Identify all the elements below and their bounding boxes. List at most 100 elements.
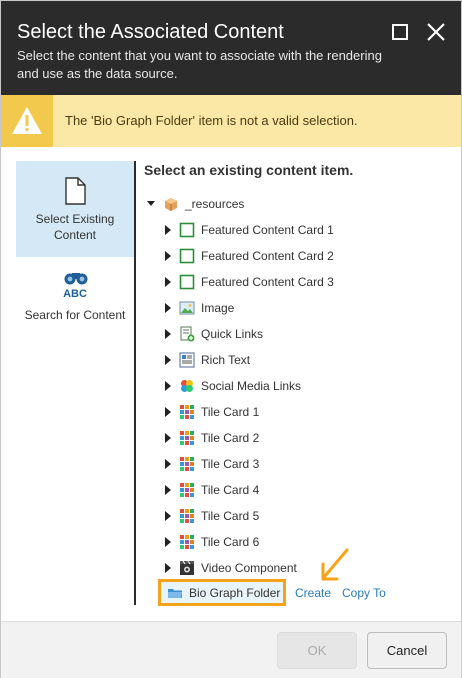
warning-icon bbox=[12, 107, 42, 134]
warning-icon-box bbox=[1, 95, 53, 147]
tree-item[interactable]: Featured Content Card 2 bbox=[163, 246, 334, 266]
tree-expand-toggle[interactable] bbox=[163, 350, 173, 370]
tree-item[interactable]: Video Component bbox=[163, 558, 297, 578]
binoculars-icon bbox=[64, 273, 88, 285]
chevron-right-icon bbox=[165, 303, 171, 313]
tree-expand-toggle[interactable] bbox=[163, 246, 173, 266]
nav-divider bbox=[134, 161, 136, 605]
folder-icon bbox=[167, 585, 183, 601]
tree-expand-toggle[interactable] bbox=[163, 402, 173, 422]
tree-item[interactable]: Image bbox=[163, 298, 234, 318]
image-icon bbox=[179, 300, 195, 316]
tree-item[interactable]: Featured Content Card 1 bbox=[163, 220, 334, 240]
tree-item-label: Featured Content Card 3 bbox=[201, 275, 334, 289]
tree-item-label: Social Media Links bbox=[201, 379, 302, 393]
tree-item-selected[interactable]: Bio Graph Folder bbox=[158, 579, 286, 606]
tree-item-label: Tile Card 1 bbox=[201, 405, 260, 419]
chevron-down-icon bbox=[147, 201, 155, 206]
chevron-right-icon bbox=[165, 459, 171, 469]
tree-item[interactable]: Tile Card 6 bbox=[163, 532, 259, 552]
card-outline-icon bbox=[179, 248, 195, 264]
nav-search-content[interactable]: ABC Search for Content bbox=[16, 267, 134, 353]
tree-expand-toggle[interactable] bbox=[163, 428, 173, 448]
card-outline-icon bbox=[179, 274, 195, 290]
tree-item-label: Tile Card 3 bbox=[201, 457, 260, 471]
folder-box-icon bbox=[163, 196, 179, 212]
tree-item-label: Tile Card 2 bbox=[201, 431, 260, 445]
links-icon bbox=[179, 326, 195, 342]
chevron-right-icon bbox=[165, 433, 171, 443]
chevron-right-icon bbox=[165, 511, 171, 521]
video-icon bbox=[179, 560, 195, 576]
document-icon bbox=[65, 177, 86, 205]
copy-to-link[interactable]: Copy To bbox=[342, 586, 386, 600]
chevron-right-icon bbox=[165, 225, 171, 235]
dialog-subtitle: Select the content that you want to asso… bbox=[17, 48, 382, 81]
tree-collapse-toggle[interactable] bbox=[147, 194, 157, 214]
tile-card-icon bbox=[179, 508, 195, 524]
tile-card-icon bbox=[179, 430, 195, 446]
tree-expand-toggle[interactable] bbox=[163, 220, 173, 240]
arrow-annotation-icon bbox=[321, 548, 349, 581]
chevron-right-icon bbox=[165, 407, 171, 417]
tree-item[interactable]: Social Media Links bbox=[163, 376, 301, 396]
nav-select-existing-label: Select Existing Content bbox=[35, 212, 115, 242]
tree-item[interactable]: Tile Card 3 bbox=[163, 454, 259, 474]
content-source-nav: Select Existing Content ABC Search for C… bbox=[16, 161, 134, 605]
tree-item-label: Rich Text bbox=[201, 353, 251, 367]
dialog-titlebar: Select the Associated Content Select the… bbox=[1, 1, 461, 95]
chevron-right-icon bbox=[165, 329, 171, 339]
tree-item-label: Quick Links bbox=[201, 327, 264, 341]
tree-item[interactable]: Featured Content Card 3 bbox=[163, 272, 334, 292]
tree-expand-toggle[interactable] bbox=[163, 324, 173, 344]
tree-expand-toggle[interactable] bbox=[163, 558, 173, 578]
tile-card-icon bbox=[179, 534, 195, 550]
tree-item[interactable]: Quick Links bbox=[163, 324, 263, 344]
chevron-right-icon bbox=[165, 251, 171, 261]
maximize-button[interactable] bbox=[389, 21, 411, 43]
chevron-right-icon bbox=[165, 485, 171, 495]
tree-item-label: Image bbox=[201, 301, 235, 315]
tree-item-label: Tile Card 4 bbox=[201, 483, 260, 497]
tree-root-label: _resources bbox=[185, 197, 245, 211]
ok-button[interactable]: OK bbox=[277, 632, 357, 669]
tile-card-icon bbox=[179, 482, 195, 498]
tree-item[interactable]: Tile Card 1 bbox=[163, 402, 259, 422]
chevron-right-icon bbox=[165, 277, 171, 287]
social-icon bbox=[179, 378, 195, 394]
maximize-icon bbox=[392, 24, 408, 40]
tree-item-label: Tile Card 6 bbox=[201, 535, 260, 549]
chevron-right-icon bbox=[165, 355, 171, 365]
nav-select-existing[interactable]: Select Existing Content bbox=[16, 161, 134, 257]
tree-expand-toggle[interactable] bbox=[163, 298, 173, 318]
tree-item[interactable]: Tile Card 4 bbox=[163, 480, 259, 500]
tile-card-icon bbox=[179, 456, 195, 472]
select-content-dialog: Select the Associated Content Select the… bbox=[0, 0, 462, 678]
dialog-title: Select the Associated Content bbox=[17, 21, 284, 43]
create-link[interactable]: Create bbox=[295, 586, 331, 600]
tree-expand-toggle[interactable] bbox=[163, 480, 173, 500]
tree-expand-toggle[interactable] bbox=[163, 532, 173, 552]
tree-expand-toggle[interactable] bbox=[163, 376, 173, 396]
nav-search-content-label: Search for Content bbox=[24, 308, 126, 322]
dialog-footer: OK Cancel bbox=[1, 621, 461, 678]
search-abc-text: ABC bbox=[63, 288, 87, 300]
tree-item[interactable]: Rich Text bbox=[163, 350, 250, 370]
tree-expand-toggle[interactable] bbox=[163, 506, 173, 526]
cancel-button[interactable]: Cancel bbox=[367, 632, 447, 669]
tree-root[interactable]: _resources bbox=[147, 194, 244, 214]
tree-item-label: Video Component bbox=[201, 561, 297, 575]
chevron-right-icon bbox=[165, 381, 171, 391]
chevron-right-icon bbox=[165, 537, 171, 547]
chevron-right-icon bbox=[165, 563, 171, 573]
tree-item-label: Tile Card 5 bbox=[201, 509, 260, 523]
tree-expand-toggle[interactable] bbox=[163, 272, 173, 292]
card-outline-icon bbox=[179, 222, 195, 238]
tree-expand-toggle[interactable] bbox=[163, 454, 173, 474]
tree-item-label: Featured Content Card 1 bbox=[201, 223, 334, 237]
tree-item[interactable]: Tile Card 5 bbox=[163, 506, 259, 526]
close-button[interactable] bbox=[425, 21, 447, 43]
selected-item-label: Bio Graph Folder bbox=[189, 585, 281, 600]
tile-card-icon bbox=[179, 404, 195, 420]
tree-item[interactable]: Tile Card 2 bbox=[163, 428, 259, 448]
